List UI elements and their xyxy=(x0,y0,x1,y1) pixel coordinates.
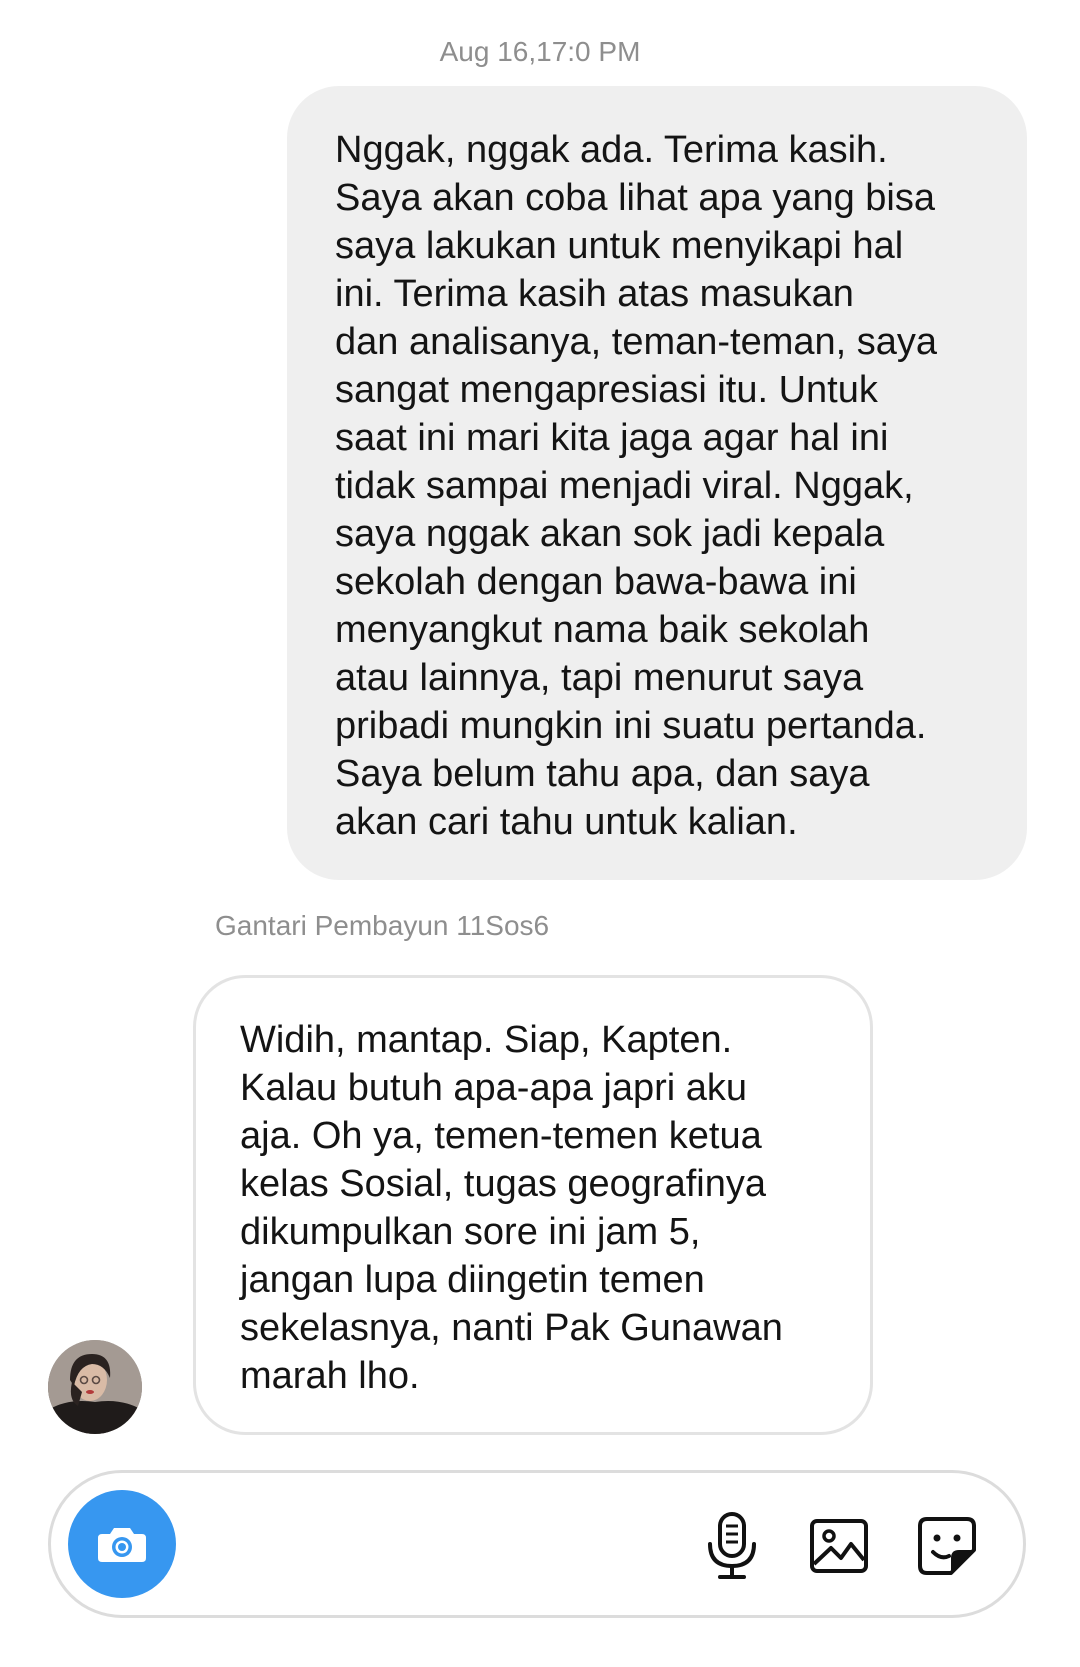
chat-thread: Aug 16,17:0 PM Nggak, nggak ada. Terima … xyxy=(0,0,1080,1667)
sender-avatar[interactable] xyxy=(48,1340,142,1434)
outgoing-message-bubble[interactable]: Nggak, nggak ada. Terima kasih. Saya aka… xyxy=(287,86,1027,880)
sticker-button[interactable] xyxy=(911,1510,983,1582)
sticker-icon xyxy=(918,1517,976,1575)
voice-message-button[interactable] xyxy=(696,1510,768,1582)
message-composer[interactable] xyxy=(48,1470,1026,1618)
outgoing-message-text: Nggak, nggak ada. Terima kasih. Saya aka… xyxy=(335,129,938,843)
incoming-message-bubble[interactable]: Widih, mantap. Siap, Kapten. Kalau butuh… xyxy=(193,975,873,1435)
gallery-button[interactable] xyxy=(803,1510,875,1582)
microphone-icon xyxy=(708,1512,756,1579)
gallery-icon xyxy=(810,1519,868,1573)
camera-icon xyxy=(98,1528,146,1562)
camera-button[interactable] xyxy=(68,1490,176,1598)
incoming-message-text: Widih, mantap. Siap, Kapten. Kalau butuh… xyxy=(240,1019,783,1397)
sender-name: Gantari Pembayun 11Sos6 xyxy=(215,910,550,941)
message-timestamp: Aug 16,17:0 PM xyxy=(439,36,641,67)
avatar-photo xyxy=(48,1340,142,1434)
